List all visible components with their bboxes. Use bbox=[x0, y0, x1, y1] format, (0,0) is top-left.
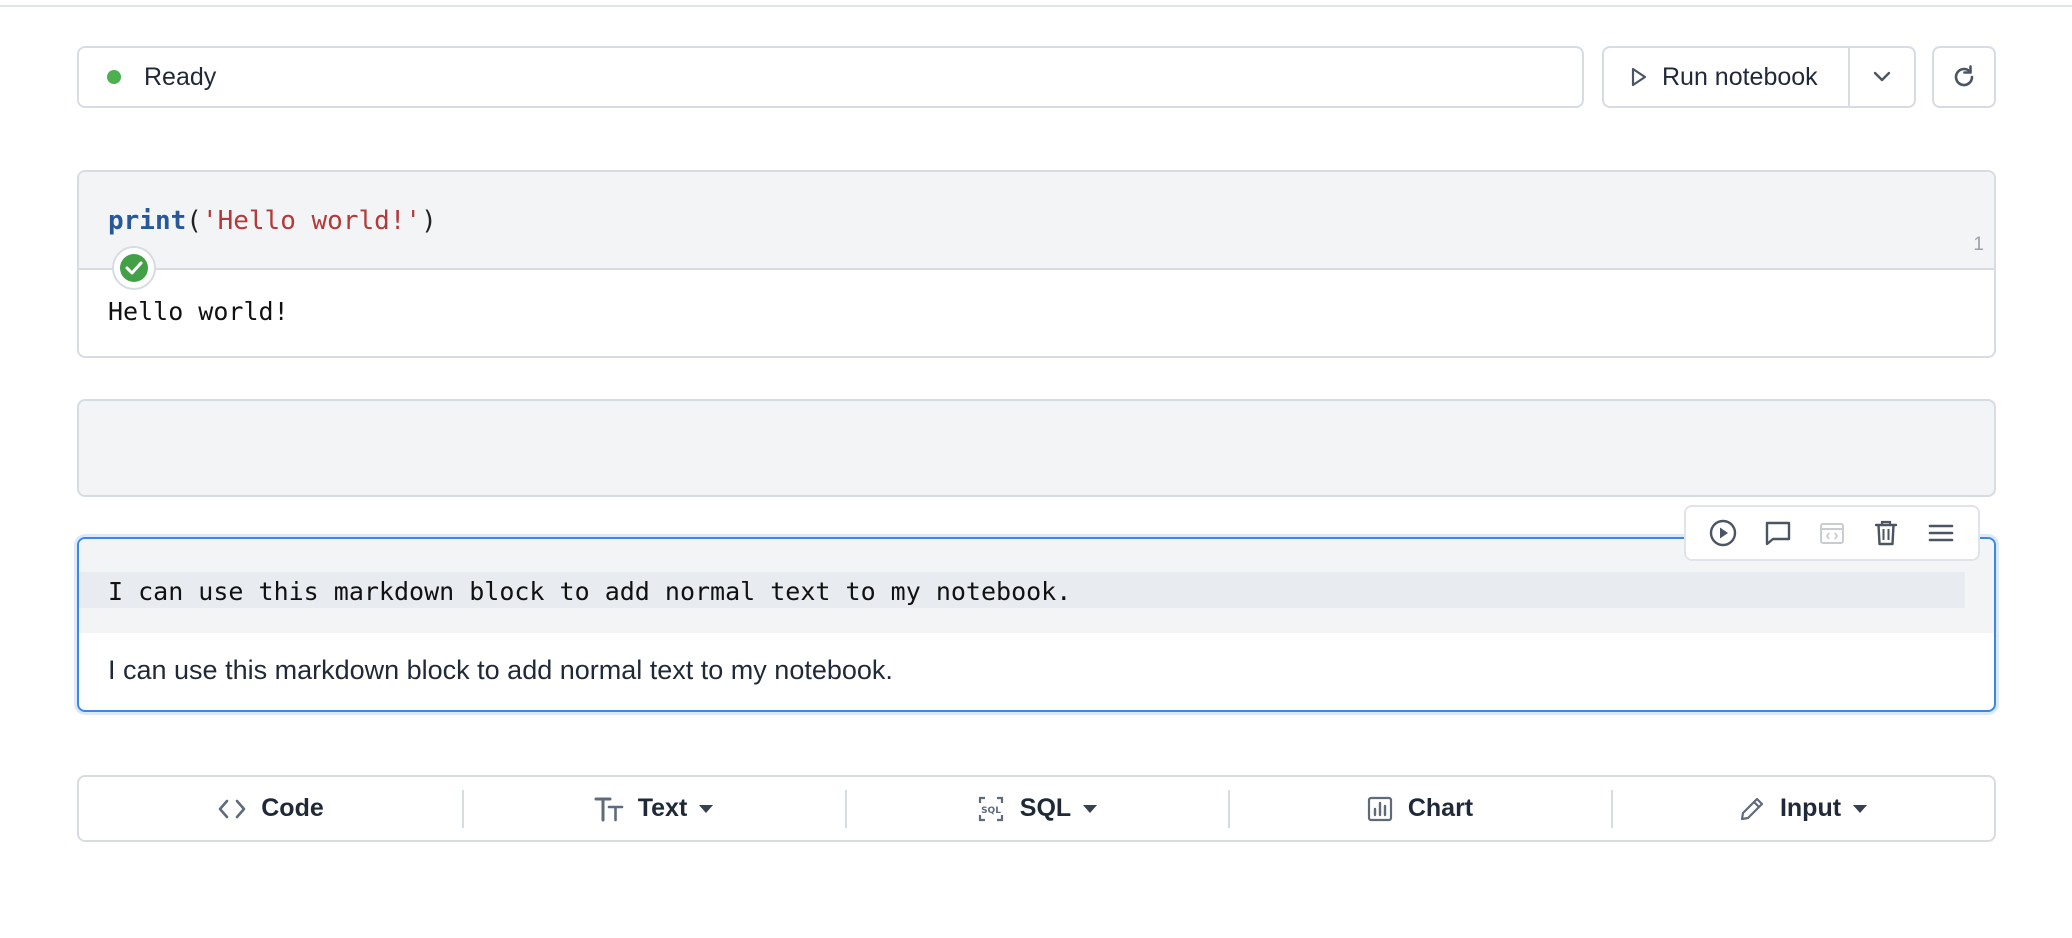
cell-output: Hello world! bbox=[108, 297, 289, 326]
pencil-icon bbox=[1740, 797, 1764, 820]
comment-button[interactable] bbox=[1760, 515, 1796, 551]
empty-cell[interactable] bbox=[77, 399, 1996, 497]
add-sql-block-button[interactable]: SQL SQL bbox=[845, 777, 1228, 840]
add-input-label: Input bbox=[1779, 794, 1842, 822]
code-cell[interactable]: print('Hello world!') 1 Hello world! bbox=[77, 170, 1996, 358]
add-block-bar: Code Text SQL SQL Chart Input bbox=[77, 775, 1996, 842]
run-options-dropdown[interactable] bbox=[1850, 48, 1914, 106]
svg-text:SQL: SQL bbox=[981, 806, 1001, 816]
caret-down-icon bbox=[699, 804, 714, 813]
run-notebook-label: Run notebook bbox=[1662, 62, 1818, 91]
add-sql-label: SQL bbox=[1019, 794, 1072, 822]
add-input-block-button[interactable]: Input bbox=[1611, 777, 1994, 840]
code-editor[interactable]: print('Hello world!') 1 bbox=[79, 172, 1994, 270]
add-code-block-button[interactable]: Code bbox=[79, 777, 462, 840]
run-cell-button[interactable] bbox=[1705, 515, 1741, 551]
sql-icon: SQL bbox=[978, 796, 1003, 821]
code-string: 'Hello world!' bbox=[201, 206, 422, 236]
code-brackets-icon bbox=[218, 799, 246, 818]
play-outline-icon bbox=[1631, 67, 1647, 87]
run-notebook-button[interactable]: Run notebook bbox=[1604, 48, 1850, 106]
check-circle-icon bbox=[120, 254, 148, 282]
execution-status-badge bbox=[112, 246, 156, 290]
run-notebook-group: Run notebook bbox=[1602, 46, 1916, 108]
refresh-icon bbox=[1954, 65, 1974, 87]
play-circle-icon bbox=[1709, 519, 1737, 547]
refresh-button[interactable] bbox=[1932, 46, 1996, 108]
bar-chart-icon bbox=[1367, 796, 1392, 821]
cell-action-toolbar bbox=[1684, 505, 1980, 561]
execution-count: 1 bbox=[1973, 234, 1984, 255]
add-text-block-button[interactable]: Text bbox=[462, 777, 845, 840]
add-text-label: Text bbox=[637, 794, 688, 822]
code-paren-open: ( bbox=[186, 206, 202, 236]
embed-button[interactable] bbox=[1814, 515, 1850, 551]
code-paren-close: ) bbox=[421, 206, 437, 236]
markdown-cell[interactable]: I can use this markdown block to add nor… bbox=[77, 537, 1996, 712]
delete-cell-button[interactable] bbox=[1868, 515, 1904, 551]
add-chart-block-button[interactable]: Chart bbox=[1228, 777, 1611, 840]
kernel-status-bar: Ready bbox=[77, 46, 1584, 108]
trash-icon bbox=[1875, 520, 1898, 546]
status-indicator-dot bbox=[107, 70, 121, 84]
chevron-down-icon bbox=[1873, 71, 1891, 82]
menu-icon bbox=[1928, 524, 1954, 542]
add-chart-label: Chart bbox=[1407, 794, 1474, 822]
caret-down-icon bbox=[1083, 804, 1098, 813]
status-text: Ready bbox=[144, 62, 217, 91]
code-line: print('Hello world!') bbox=[108, 206, 437, 236]
text-size-icon bbox=[594, 797, 624, 821]
embed-icon bbox=[1819, 523, 1844, 544]
comment-icon bbox=[1765, 521, 1790, 546]
add-code-label: Code bbox=[261, 794, 324, 822]
markdown-source-text: I can use this markdown block to add nor… bbox=[108, 577, 1072, 606]
cell-menu-button[interactable] bbox=[1923, 515, 1959, 551]
markdown-rendered-text: I can use this markdown block to add nor… bbox=[108, 655, 893, 685]
caret-down-icon bbox=[1853, 804, 1868, 813]
code-function: print bbox=[108, 206, 187, 236]
top-divider bbox=[0, 5, 2072, 7]
